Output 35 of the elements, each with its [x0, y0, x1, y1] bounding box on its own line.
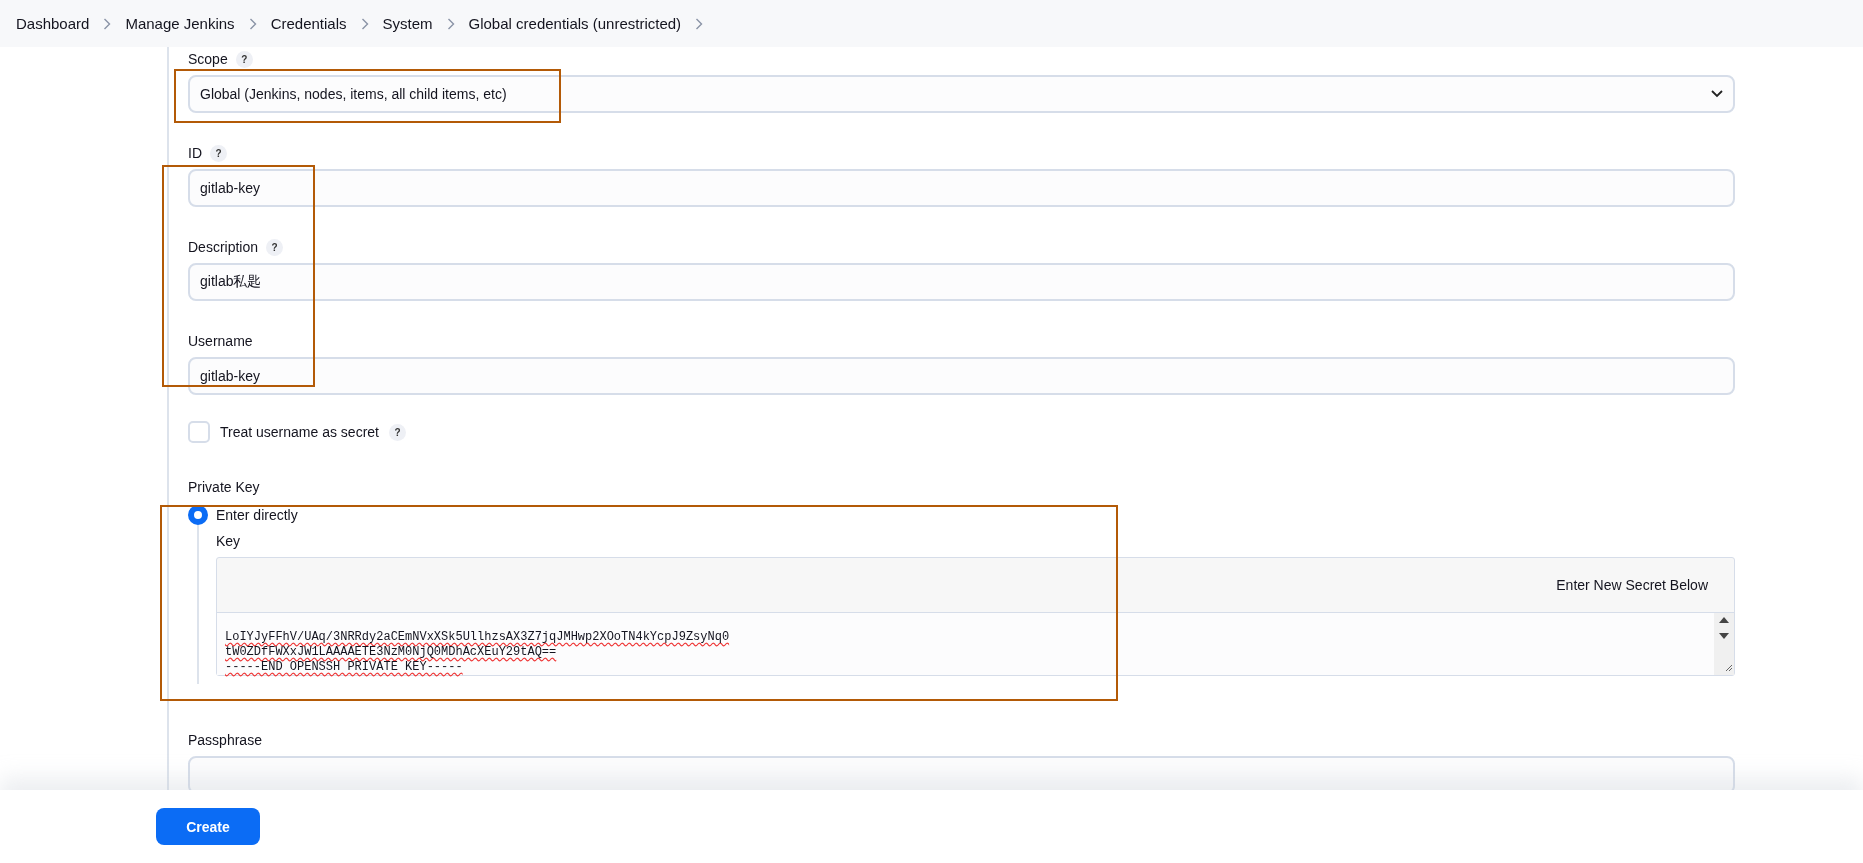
field-label: ID: [188, 145, 202, 161]
breadcrumb-link[interactable]: System: [382, 15, 433, 32]
chevron-down-icon: [1711, 90, 1723, 98]
field-label: Private Key: [188, 479, 261, 495]
checkbox[interactable]: [188, 421, 210, 443]
key-textarea[interactable]: LoIYJyFFhV/UAq/3NRRdy2aCEmNVxXSk5UllhzsAX3Z7jqJMHwp2XOoTN4kYcpJ9ZsyNq0 tW0ZDfFWXxJW1LAAAAETE3NzM0NjQ0MDhAcXEuY29tAQ== -----END OPENSSH PRIVATE KEY-----: [217, 613, 1734, 675]
chevron-right-icon: [103, 17, 112, 30]
field-label: Username: [188, 333, 253, 349]
breadcrumb-link[interactable]: Dashboard: [16, 15, 90, 32]
input-field[interactable]: gitlab私匙: [188, 263, 1735, 301]
help-icon[interactable]: ?: [389, 423, 406, 441]
help-icon[interactable]: ?: [210, 144, 227, 162]
chevron-right-icon: [360, 17, 369, 30]
create-button[interactable]: Create: [156, 808, 260, 845]
help-icon[interactable]: ?: [235, 50, 253, 68]
breadcrumb-link[interactable]: Manage Jenkins: [125, 15, 235, 32]
radio-button[interactable]: [188, 505, 208, 525]
breadcrumb-link[interactable]: Global credentials (unrestricted): [468, 15, 682, 32]
scope-select[interactable]: Global (Jenkins, nodes, items, all child items, etc): [188, 75, 1735, 113]
help-icon[interactable]: ?: [266, 238, 284, 256]
input-field[interactable]: [188, 756, 1735, 790]
scrollbar-drawing[interactable]: [1714, 613, 1734, 675]
chevron-right-icon: [446, 17, 455, 30]
breadcrumb-link[interactable]: Credentials: [270, 15, 347, 32]
field-label: Scope: [188, 51, 228, 67]
secret-hint: Enter New Secret Below: [1556, 577, 1708, 593]
chevron-right-icon: [248, 17, 257, 30]
radio-label: Enter directly: [216, 507, 298, 523]
input-field[interactable]: gitlab-key: [188, 357, 1735, 395]
chevron-right-icon: [695, 17, 704, 30]
field-label: Description: [188, 239, 259, 255]
field-label: Passphrase: [188, 732, 262, 748]
input-field[interactable]: gitlab-key: [188, 169, 1735, 207]
field-label: Key: [216, 533, 242, 549]
checkbox-label: Treat username as secret: [220, 424, 379, 440]
